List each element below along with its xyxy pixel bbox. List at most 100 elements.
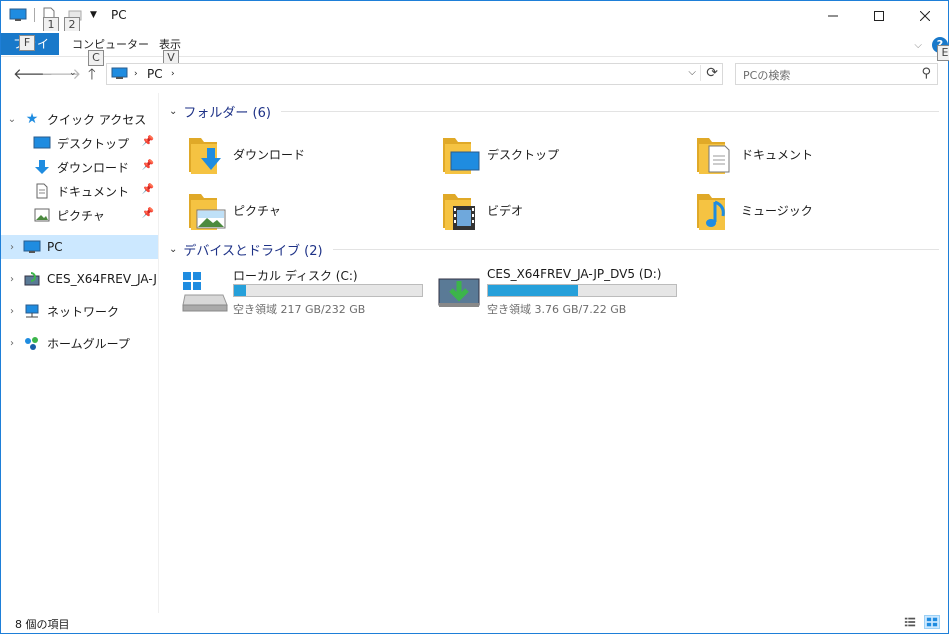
nav-pc[interactable]: › PC <box>1 235 158 259</box>
tab-computer[interactable]: コンピューター <box>72 36 149 52</box>
window-title: PC <box>111 8 127 22</box>
status-bar: 8 個の項目 <box>1 613 948 633</box>
navigation-pane: ⌄ ★ クイック アクセス デスクトップ 📌 ダウンロード 📌 ドキュメント 📌… <box>1 93 159 613</box>
pc-icon[interactable] <box>9 8 27 22</box>
chevron-right-icon[interactable]: › <box>134 69 138 79</box>
downloads-folder-icon <box>189 138 221 174</box>
chevron-down-icon[interactable]: ⌄ <box>169 106 177 117</box>
windows-drive-icon <box>182 272 228 312</box>
pin-icon[interactable]: 📌 <box>142 208 154 219</box>
navigation-bar: 🡐 🡒 ⌄ 🡑 › PC › ⌵ ⟳ PCの検索 ⚲ <box>1 59 948 89</box>
star-icon: ★ <box>25 111 39 127</box>
explorer-window: ▼ 1 2 PC ファイル F コンピューター C 表示 V ⌵ ? E 🡐 🡒… <box>0 0 949 634</box>
pc-icon <box>23 240 41 253</box>
customize-toolbar-icon[interactable]: ▼ <box>90 10 97 20</box>
drive-usage-bar <box>233 284 423 297</box>
keytip-file: F <box>19 35 35 51</box>
folder-label: デスクトップ <box>487 147 560 162</box>
group-divider <box>280 110 939 112</box>
folder-downloads[interactable]: ダウンロード <box>187 129 427 179</box>
download-arrow-icon <box>35 160 49 174</box>
folder-label: ダウンロード <box>233 147 306 162</box>
folder-label: ミュージック <box>741 203 813 218</box>
pin-icon[interactable]: 📌 <box>142 160 154 171</box>
nav-label: ピクチャ <box>57 208 105 223</box>
view-switcher <box>902 615 940 629</box>
videos-folder-icon <box>443 194 475 230</box>
group-divider <box>332 248 939 250</box>
refresh-icon[interactable]: ⟳ <box>700 65 718 81</box>
homegroup-icon <box>25 337 38 350</box>
nav-network[interactable]: › ネットワーク <box>1 299 158 323</box>
item-count: 8 個の項目 <box>15 618 70 631</box>
chevron-right-icon[interactable]: › <box>171 69 175 79</box>
nav-quick-documents[interactable]: ドキュメント 📌 <box>1 179 158 203</box>
nav-label: ネットワーク <box>47 304 120 319</box>
group-header-folders[interactable]: ⌄ フォルダー (6) <box>169 101 939 121</box>
network-icon <box>25 304 39 318</box>
drive-usage-bar <box>487 284 677 297</box>
close-button[interactable] <box>902 1 948 31</box>
folder-pictures[interactable]: ピクチャ <box>187 185 427 235</box>
drive-c[interactable]: ローカル ディスク (C:) 空き領域 217 GB/232 GB <box>181 267 431 317</box>
drive-d[interactable]: CES_X64FREV_JA-JP_DV5 (D:) 空き領域 3.76 GB/… <box>435 267 685 317</box>
folder-label: ドキュメント <box>741 147 814 162</box>
title-bar: ▼ 1 2 PC <box>1 1 948 33</box>
nav-label: CES_X64FREV_JA-JP_DV5 (D:) <box>47 272 158 286</box>
documents-folder-icon <box>697 138 730 174</box>
search-placeholder: PCの検索 <box>743 69 791 82</box>
drive-free-space: 空き領域 3.76 GB/7.22 GB <box>487 303 627 316</box>
folder-music[interactable]: ミュージック <box>695 185 935 235</box>
folder-videos[interactable]: ビデオ <box>441 185 681 235</box>
chevron-right-icon[interactable]: › <box>1 306 23 317</box>
chevron-down-icon[interactable]: ⌄ <box>1 114 23 125</box>
pin-icon[interactable]: 📌 <box>142 184 154 195</box>
nav-label: クイック アクセス <box>47 112 147 127</box>
desktop-icon <box>33 136 51 149</box>
chevron-down-icon[interactable]: ⌄ <box>169 244 177 255</box>
folder-desktop[interactable]: デスクトップ <box>441 129 681 179</box>
minimize-icon <box>828 15 838 17</box>
tiles-view-icon[interactable] <box>924 615 940 629</box>
breadcrumb-pc[interactable]: PC <box>147 67 163 81</box>
ribbon-tabs: ファイル F コンピューター C 表示 V ⌵ ? E <box>1 31 949 73</box>
document-icon <box>36 183 48 199</box>
up-button[interactable]: 🡑 <box>88 64 96 89</box>
toolbar-separator <box>34 8 35 22</box>
drive-free-space: 空き領域 217 GB/232 GB <box>233 303 366 316</box>
chevron-right-icon[interactable]: › <box>1 338 23 349</box>
dvd-drive-icon <box>24 272 40 286</box>
nav-quick-downloads[interactable]: ダウンロード 📌 <box>1 155 158 179</box>
chevron-right-icon[interactable]: › <box>1 274 23 285</box>
desktop-folder-icon <box>443 138 480 174</box>
address-bar[interactable]: › PC › ⌵ ⟳ <box>106 63 723 85</box>
search-box[interactable]: PCの検索 ⚲ <box>735 63 938 85</box>
nav-homegroup[interactable]: › ホームグループ <box>1 331 158 355</box>
group-header-drives[interactable]: ⌄ デバイスとドライブ (2) <box>169 239 939 259</box>
details-view-icon[interactable] <box>902 615 918 629</box>
drive-name: CES_X64FREV_JA-JP_DV5 (D:) <box>487 267 662 281</box>
search-icon: ⚲ <box>921 66 931 81</box>
nav-dvd-drive[interactable]: › CES_X64FREV_JA-JP_DV5 (D:) <box>1 267 158 291</box>
nav-quick-desktop[interactable]: デスクトップ 📌 <box>1 131 158 155</box>
drive-usage-fill <box>488 285 579 296</box>
drive-name: ローカル ディスク (C:) <box>233 269 358 283</box>
nav-label: ダウンロード <box>57 160 130 175</box>
minimize-button[interactable] <box>810 1 856 31</box>
dvd-drive-icon <box>438 278 480 307</box>
address-history-icon[interactable]: ⌵ <box>688 67 696 78</box>
pin-icon[interactable]: 📌 <box>142 136 154 147</box>
nav-label: PC <box>47 240 63 254</box>
nav-quick-access[interactable]: ⌄ ★ クイック アクセス <box>1 107 158 131</box>
maximize-icon <box>874 11 884 21</box>
expand-ribbon-icon[interactable]: ⌵ <box>914 40 922 51</box>
picture-icon <box>34 208 50 222</box>
nav-quick-pictures[interactable]: ピクチャ 📌 <box>1 203 158 227</box>
maximize-button[interactable] <box>856 1 902 31</box>
nav-label: ドキュメント <box>57 184 130 199</box>
recent-locations-button[interactable]: ⌄ <box>69 68 77 78</box>
folder-documents[interactable]: ドキュメント <box>695 129 935 179</box>
group-title: フォルダー (6) <box>183 105 271 121</box>
folder-label: ビデオ <box>487 203 524 218</box>
chevron-right-icon[interactable]: › <box>1 242 23 253</box>
